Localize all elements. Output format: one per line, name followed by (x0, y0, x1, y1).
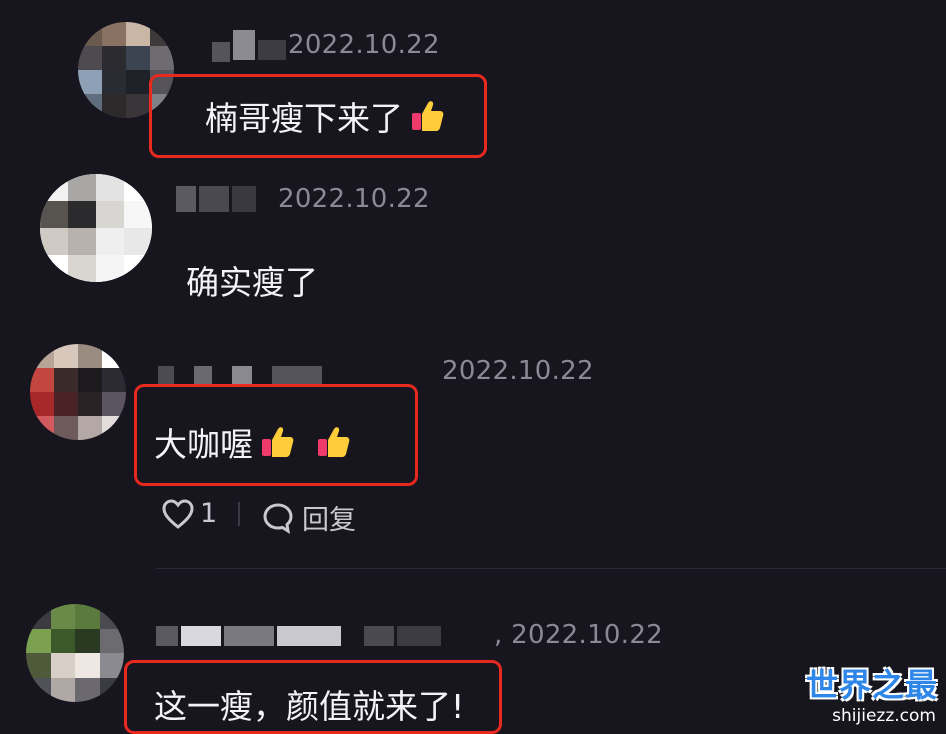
comment-text: 楠哥瘦下来了 (205, 92, 445, 140)
like-count: 1 (200, 498, 218, 529)
comment-bubble-icon (263, 502, 293, 534)
thumbs-up-icon (412, 101, 444, 131)
username-mosaic[interactable] (176, 186, 256, 212)
avatar[interactable] (40, 174, 152, 282)
comment-date: , 2022.10.22 (494, 620, 664, 650)
heart-icon (162, 498, 194, 529)
comment-date: 2022.10.22 (442, 356, 594, 386)
comment-text: 大咖喔 (154, 418, 351, 466)
like-button[interactable]: 1 (162, 498, 217, 529)
watermark-url: shijiezz.com (832, 706, 936, 726)
comment-date: 2022.10.22 (278, 184, 430, 214)
username-mosaic[interactable] (158, 366, 322, 384)
watermark-logo: 世界之最 (805, 666, 938, 704)
username-mosaic[interactable] (212, 30, 286, 62)
comment-text: 确实瘦了 (186, 263, 318, 302)
avatar[interactable] (26, 604, 124, 702)
comment-text: 这一瘦，颜值就来了! (154, 687, 465, 726)
thumbs-up-icon (318, 427, 350, 457)
reply-label: 回复 (302, 505, 356, 536)
thumbs-up-icon (262, 427, 294, 457)
avatar[interactable] (30, 344, 126, 440)
comment-date: 2022.10.22 (288, 30, 440, 60)
action-divider (238, 502, 240, 526)
thread-divider (156, 568, 946, 569)
username-mosaic[interactable] (156, 626, 441, 646)
reply-button[interactable]: 回复 (262, 498, 356, 537)
